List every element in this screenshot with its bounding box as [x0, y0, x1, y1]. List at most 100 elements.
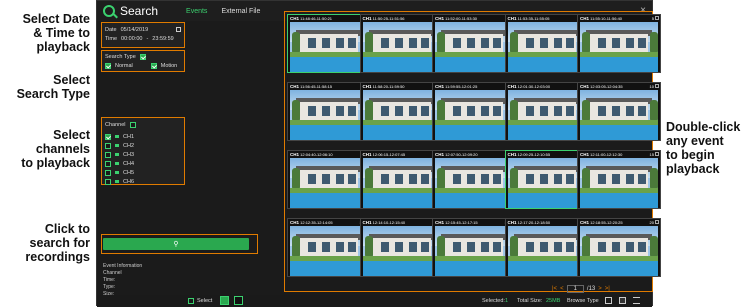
event-snapshot: [507, 158, 586, 208]
total-size-label: Total Size:: [517, 298, 543, 304]
export-icon[interactable]: [234, 296, 243, 305]
tab-external-file[interactable]: External File: [221, 8, 260, 15]
annotation-date-time: Select Date & Time to playback: [4, 12, 90, 54]
event-thumbnail[interactable]: CH1 12:07:50-12:09:2013: [432, 150, 516, 209]
search-window: Search Events External File × Date 05/14…: [96, 0, 661, 307]
event-thumbnail[interactable]: CH1 12:14:10-12:15:4017: [359, 218, 444, 277]
annotation-search: Click to search for recordings: [4, 222, 90, 264]
event-snapshot: [435, 90, 513, 140]
grid-large-icon[interactable]: [605, 297, 612, 304]
annotation-line: to begin: [666, 148, 715, 162]
time-end-field[interactable]: 23:59:59: [152, 36, 173, 42]
event-label: CH1 11:56:45-11:58:15: [290, 84, 333, 89]
channel-item[interactable]: CH3: [102, 150, 184, 159]
normal-checkbox[interactable]: [105, 62, 111, 69]
first-page-button[interactable]: |<: [552, 286, 557, 292]
search-icon: [103, 5, 115, 17]
event-label: CH1 11:53:35-11:55:05: [507, 16, 550, 21]
next-page-button[interactable]: >: [598, 286, 602, 292]
event-checkbox[interactable]: [655, 16, 659, 20]
event-thumbnail[interactable]: CH1 12:12:35-12:14:0516: [287, 218, 371, 277]
event-snapshot: [435, 22, 513, 72]
normal-label: Normal: [115, 62, 133, 69]
event-label: CH1 12:01:30-12:03:00: [507, 84, 551, 89]
event-thumbnail[interactable]: CH1 12:18:55-12:20:25 20: [577, 218, 661, 277]
event-thumbnail[interactable]: CH1 12:09:25-12:10:5514: [504, 150, 589, 209]
annotation-line: recordings: [25, 250, 90, 264]
channel-checkbox[interactable]: [105, 151, 111, 158]
channel-item[interactable]: CH2: [102, 141, 184, 150]
channel-checkbox[interactable]: [105, 160, 111, 167]
event-checkbox[interactable]: [655, 84, 659, 88]
time-start-field[interactable]: 00:00:00: [121, 36, 142, 42]
annotation-line: any event: [666, 134, 724, 148]
annotation-line: Search Type: [16, 87, 90, 101]
event-thumbnail[interactable]: CH1 11:59:55-12:01:258: [432, 82, 516, 141]
event-snapshot: [290, 158, 368, 208]
selected-value: 1: [505, 298, 509, 304]
time-label: Time: [105, 35, 118, 42]
event-thumbnail[interactable]: CH1 12:15:45-12:17:1518: [432, 218, 516, 277]
play-icon[interactable]: [220, 296, 229, 305]
annotation-line: Double-click: [666, 120, 741, 134]
channel-name: CH5: [123, 169, 135, 176]
camera-icon: [115, 144, 119, 147]
grid-medium-icon[interactable]: [619, 297, 626, 304]
page-input[interactable]: 1: [566, 285, 584, 293]
annotation-events: Double-click any event to begin playback: [666, 120, 744, 176]
event-thumbnail[interactable]: CH1 11:56:45-11:58:156: [287, 82, 371, 141]
event-thumbnail[interactable]: CH1 12:04:40-12:06:1011: [287, 150, 371, 209]
event-snapshot: [290, 22, 368, 72]
event-thumbnail[interactable]: CH1 11:52:00-11:53:303: [432, 14, 516, 73]
tab-events[interactable]: Events: [186, 8, 207, 15]
event-label: CH1 12:03:05-12:04:35: [580, 84, 623, 89]
channel-checkbox[interactable]: [105, 133, 111, 140]
date-time-panel: Date 05/14/2019 Time 00:00:00 - 23:59:59: [101, 22, 185, 48]
event-thumbnail[interactable]: CH1 12:11:00-12:12:30 15: [577, 150, 661, 209]
calendar-icon[interactable]: [176, 27, 181, 32]
event-info: Event Information Channel Time: Type: Si…: [103, 263, 142, 298]
channel-name: CH3: [123, 151, 135, 158]
event-snapshot: [290, 90, 368, 140]
search-button[interactable]: ⚲: [103, 238, 249, 250]
event-thumbnail[interactable]: CH1 12:01:30-12:03:009: [504, 82, 589, 141]
event-label: CH1 11:50:25-11:51:56: [362, 16, 405, 21]
channel-all-checkbox[interactable]: [129, 121, 136, 128]
camera-icon: [115, 180, 119, 183]
prev-page-button[interactable]: <: [560, 286, 564, 292]
channel-item[interactable]: CH4: [102, 159, 184, 168]
select-all-checkbox[interactable]: [188, 298, 194, 304]
event-field-time: Time:: [103, 277, 116, 283]
channel-item[interactable]: CH6: [102, 177, 184, 186]
event-label: CH1 11:55:10-11:56:40: [580, 16, 623, 21]
annotation-line: Select: [53, 73, 90, 87]
event-label: CH1 12:07:50-12:09:20: [435, 152, 478, 157]
event-snapshot: [580, 22, 658, 72]
channel-checkbox[interactable]: [105, 169, 111, 176]
event-thumbnail[interactable]: CH1 11:48:46-11:50:211: [287, 14, 371, 73]
event-label: CH1 12:15:45-12:17:15: [435, 220, 478, 225]
last-page-button[interactable]: >|: [605, 286, 610, 292]
camera-icon: [115, 162, 119, 165]
event-thumbnail[interactable]: CH1 11:55:10-11:56:40 5: [577, 14, 661, 73]
event-snapshot: [507, 22, 586, 72]
event-checkbox[interactable]: [655, 152, 659, 156]
motion-checkbox[interactable]: [150, 62, 157, 69]
channel-checkbox[interactable]: [105, 142, 111, 149]
event-thumbnail[interactable]: CH1 11:50:25-11:51:562: [359, 14, 444, 73]
channel-name: CH2: [123, 142, 135, 149]
channel-item[interactable]: CH5: [102, 168, 184, 177]
channel-item[interactable]: CH1: [102, 132, 184, 141]
event-number: 15: [649, 152, 654, 157]
event-thumbnail[interactable]: CH1 12:17:20-12:18:5019: [504, 218, 589, 277]
event-checkbox[interactable]: [655, 220, 659, 224]
event-thumbnail[interactable]: CH1 12:06:15-12:07:4512: [359, 150, 444, 209]
channel-checkbox[interactable]: [105, 178, 111, 185]
event-field-type: Type:: [103, 284, 116, 290]
event-thumbnail[interactable]: CH1 11:58:20-11:59:507: [359, 82, 444, 141]
list-view-icon[interactable]: [633, 297, 640, 304]
event-thumbnail[interactable]: CH1 11:53:35-11:55:054: [504, 14, 589, 73]
event-thumbnail[interactable]: CH1 12:03:05-12:04:35 10: [577, 82, 661, 141]
date-field[interactable]: 05/14/2019: [121, 27, 172, 33]
search-type-all-checkbox[interactable]: [139, 53, 146, 60]
